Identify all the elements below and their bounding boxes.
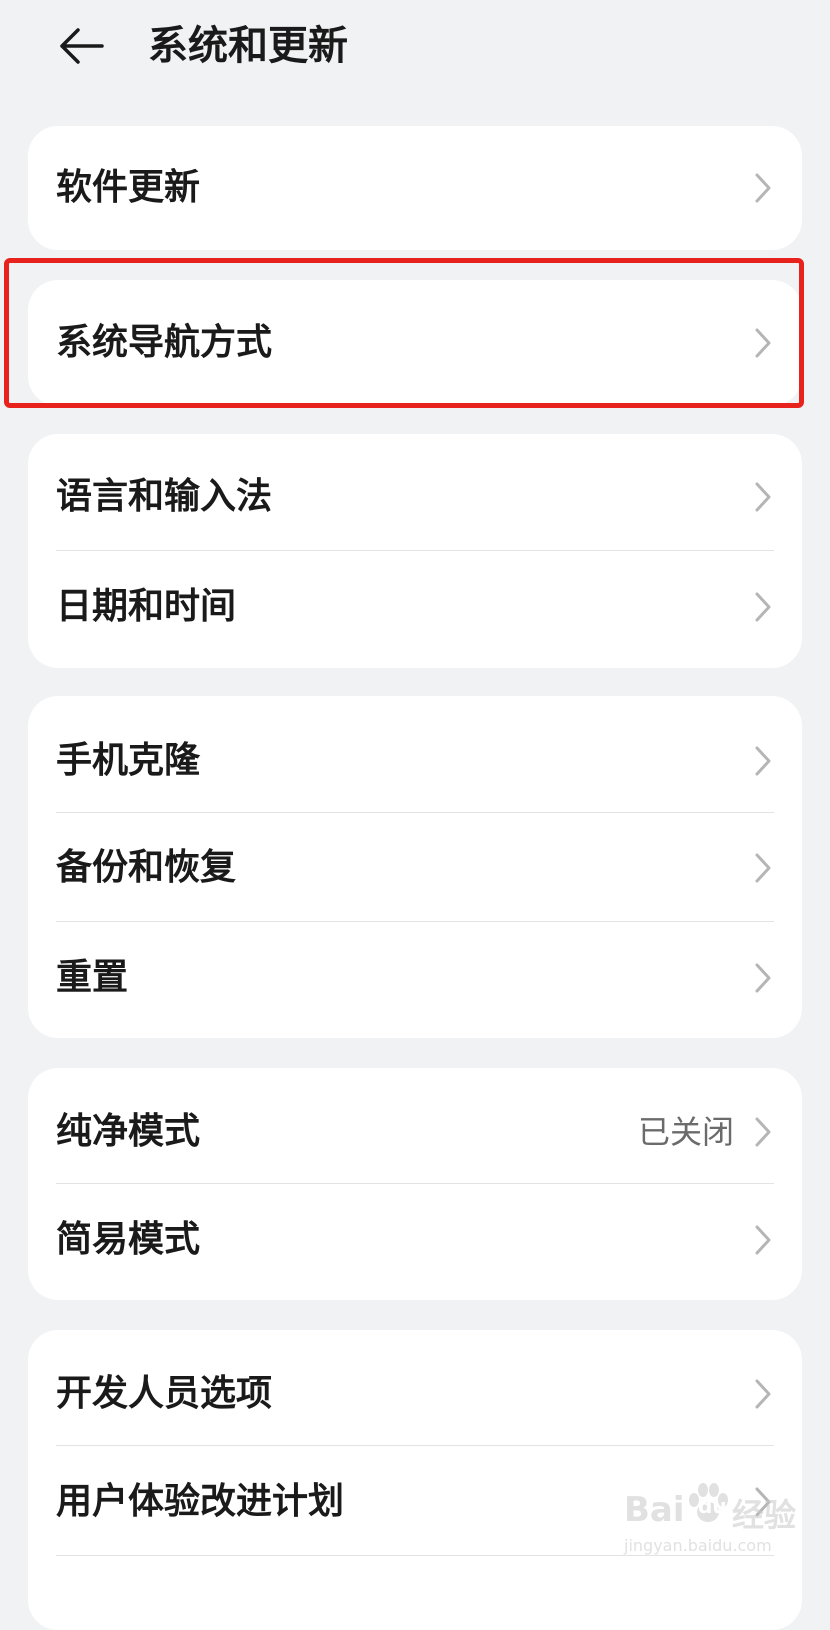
language-input-item[interactable]: 语言和输入法	[28, 434, 802, 551]
chevron-right-icon	[755, 592, 771, 622]
chevron-right-icon	[755, 1225, 771, 1255]
chevron-right-icon	[755, 1117, 771, 1147]
watermark-brand: Bai	[624, 1490, 685, 1530]
item-label: 简易模式	[56, 1219, 201, 1260]
simple-mode-item[interactable]: 简易模式	[28, 1184, 802, 1300]
settings-group-language: 语言和输入法 日期和时间	[28, 434, 802, 668]
chevron-right-icon	[755, 963, 771, 993]
arrow-left-icon	[60, 28, 104, 64]
watermark-suffix: 经验	[732, 1496, 797, 1534]
item-label: 日期和时间	[56, 586, 237, 627]
item-label: 重置	[56, 957, 129, 998]
settings-group-modes: 纯净模式 已关闭 简易模式	[28, 1068, 802, 1300]
reset-item[interactable]: 重置	[28, 922, 802, 1038]
item-label: 用户体验改进计划	[56, 1481, 345, 1522]
status-value: 已关闭	[637, 1113, 734, 1151]
developer-options-item[interactable]: 开发人员选项	[28, 1330, 802, 1446]
item-label: 开发人员选项	[56, 1373, 273, 1414]
item-label: 语言和输入法	[56, 476, 273, 517]
chevron-right-icon	[755, 482, 771, 512]
baidu-watermark: Bai du 经验 jingyan.baidu.com	[620, 1470, 820, 1580]
back-button[interactable]	[56, 22, 106, 70]
item-label: 备份和恢复	[56, 847, 237, 888]
item-label: 手机克隆	[56, 740, 201, 781]
app-header: 系统和更新	[0, 0, 830, 100]
page-title: 系统和更新	[148, 23, 348, 69]
item-label: 软件更新	[56, 167, 201, 208]
system-navigation-item[interactable]: 系统导航方式	[28, 280, 802, 406]
backup-restore-item[interactable]: 备份和恢复	[28, 813, 802, 922]
settings-group-update: 软件更新	[28, 126, 802, 250]
chevron-right-icon	[755, 853, 771, 883]
phone-clone-item[interactable]: 手机克隆	[28, 696, 802, 813]
settings-group-backup: 手机克隆 备份和恢复 重置	[28, 696, 802, 1038]
date-time-item[interactable]: 日期和时间	[28, 551, 802, 668]
item-label: 纯净模式	[56, 1111, 201, 1152]
chevron-right-icon	[755, 1379, 771, 1409]
chevron-right-icon	[755, 173, 771, 203]
watermark-brand2: du	[698, 1494, 727, 1518]
software-update-item[interactable]: 软件更新	[28, 126, 802, 250]
item-label: 系统导航方式	[56, 322, 273, 363]
pure-mode-item[interactable]: 纯净模式 已关闭	[28, 1068, 802, 1184]
chevron-right-icon	[755, 328, 771, 358]
settings-group-navigation: 系统导航方式	[28, 280, 802, 406]
watermark-url: jingyan.baidu.com	[624, 1536, 772, 1555]
chevron-right-icon	[755, 746, 771, 776]
